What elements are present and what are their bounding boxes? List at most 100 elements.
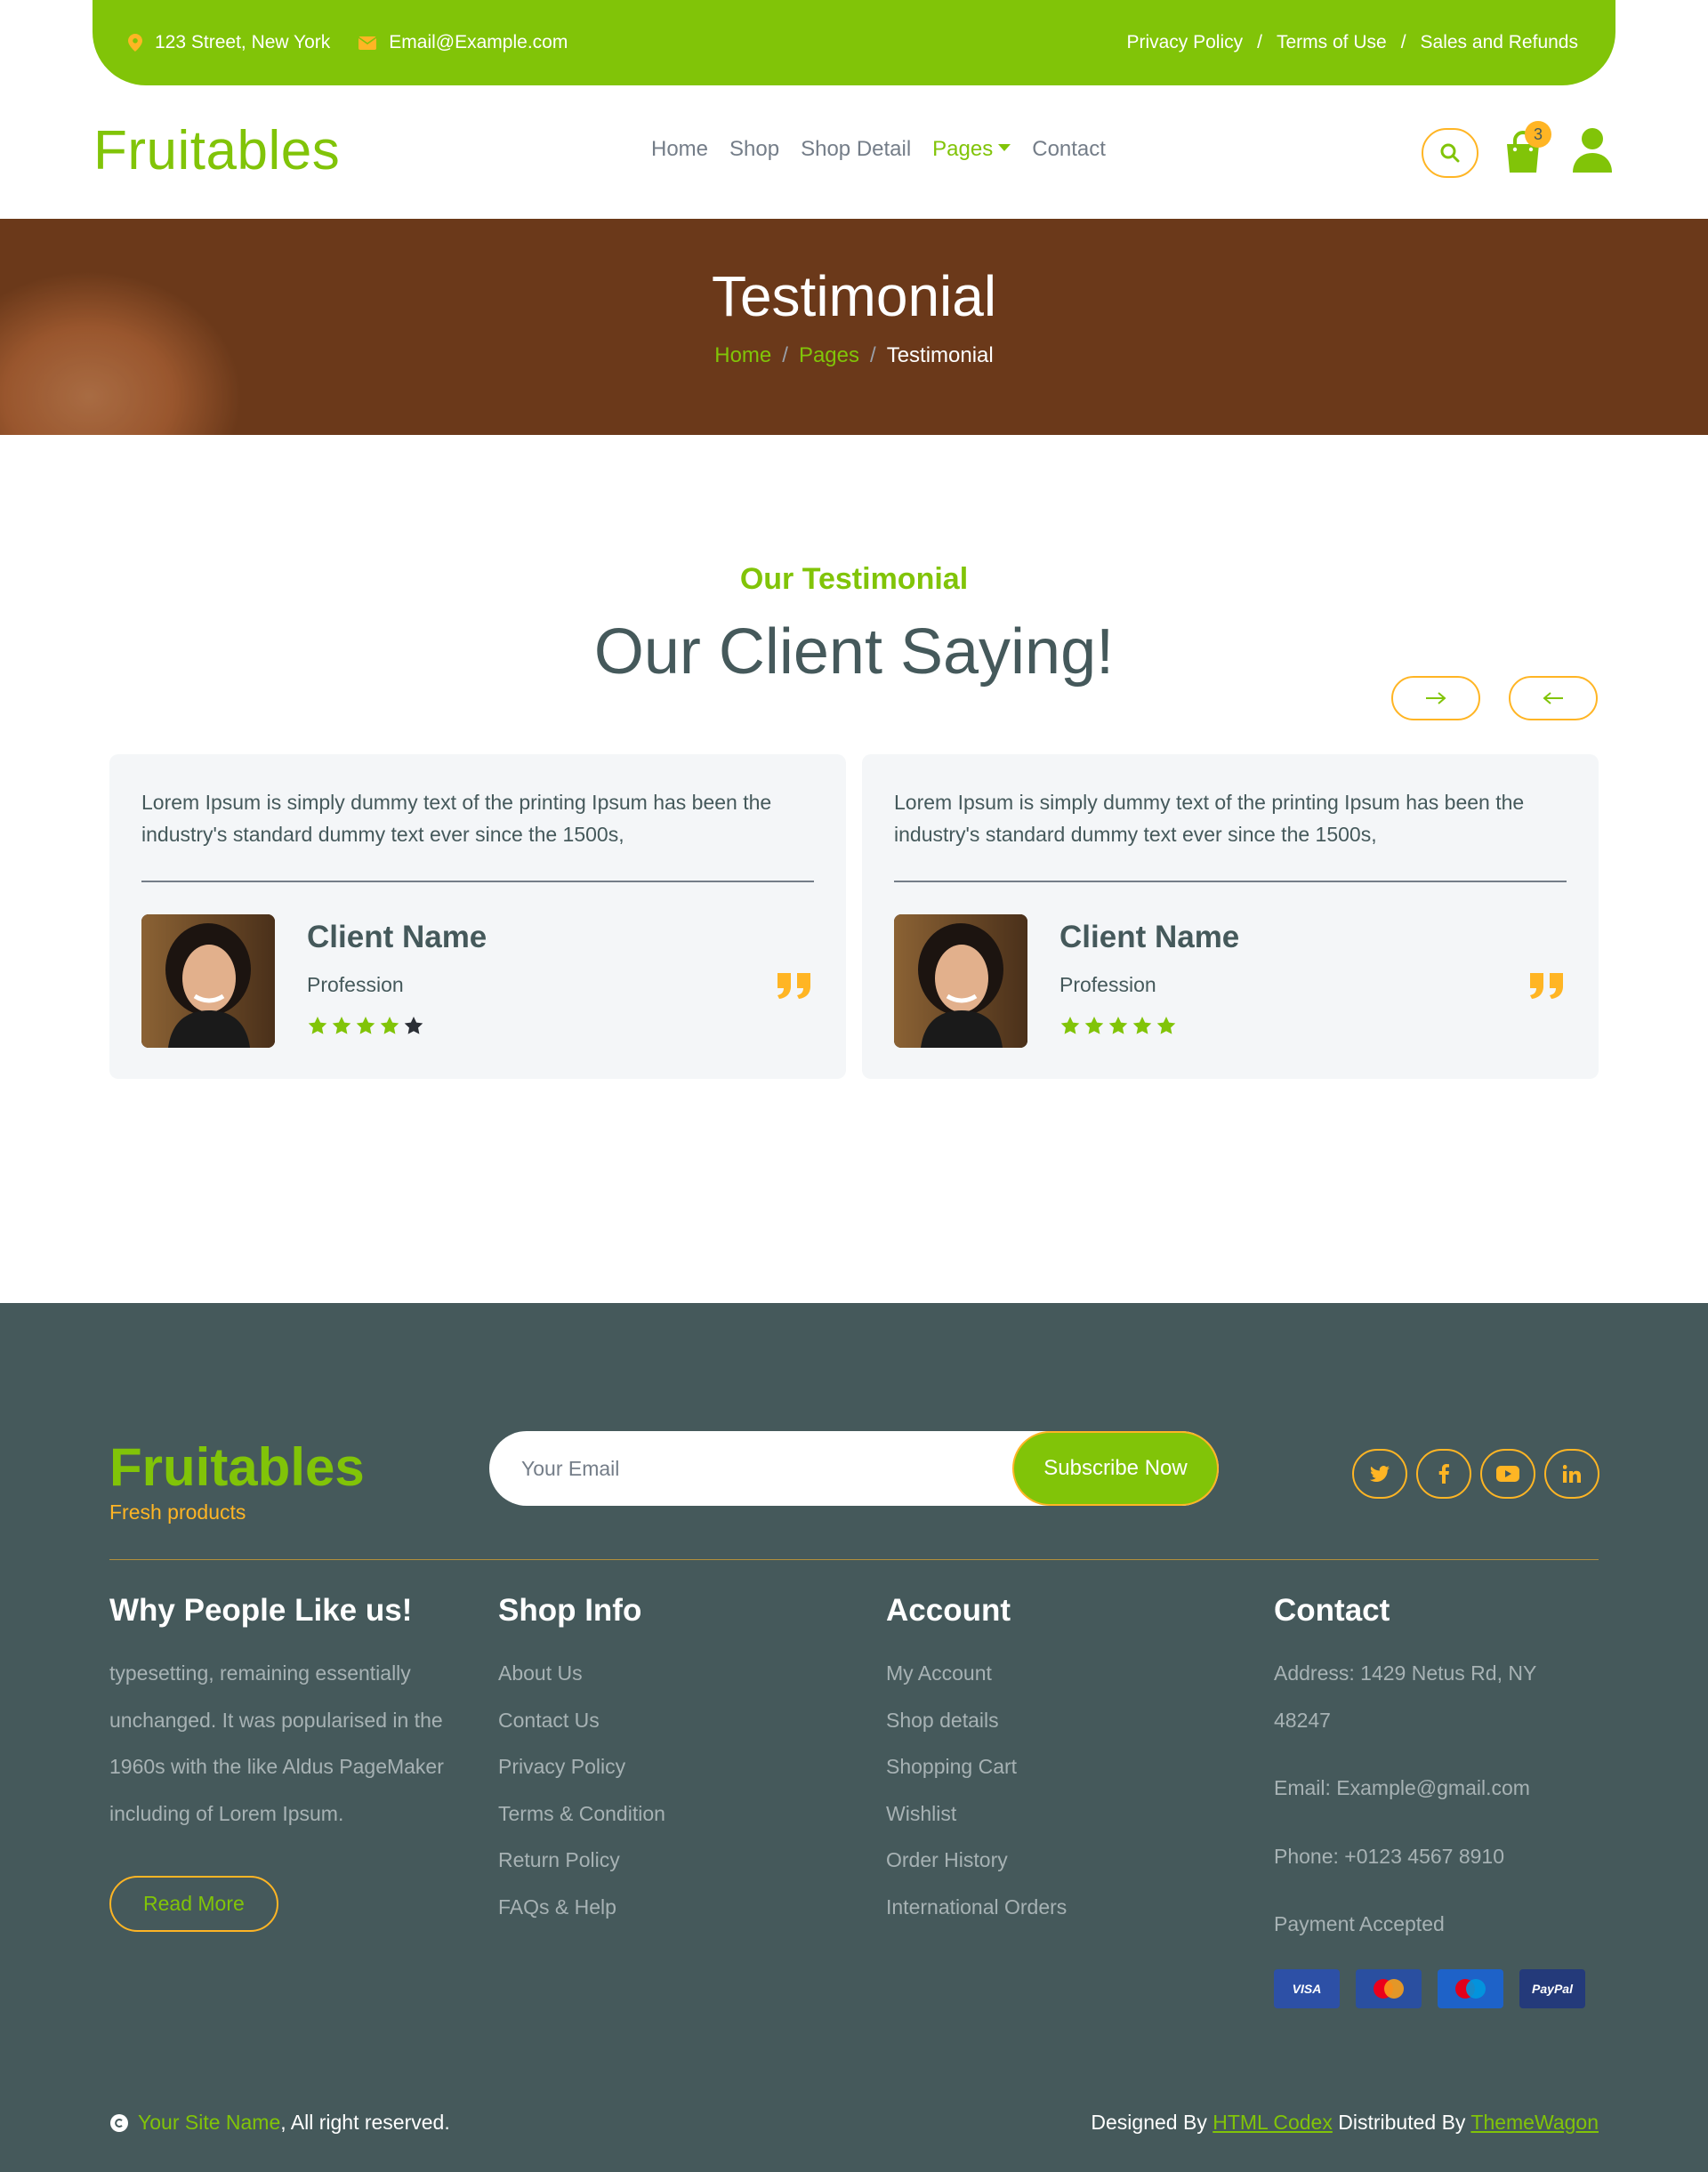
footer-col-account: Account My Account Shop details Shopping… [886, 1593, 1067, 1930]
youtube-icon [1496, 1466, 1519, 1482]
carousel-next-button[interactable] [1391, 676, 1480, 720]
mastercard-logo-icon [1374, 1978, 1404, 1999]
nav-shop[interactable]: Shop [729, 137, 779, 162]
sales-refunds-link[interactable]: Sales and Refunds [1421, 32, 1578, 53]
twitter-button[interactable] [1352, 1449, 1407, 1499]
client-avatar-image [894, 914, 1027, 1048]
mastercard-icon [1356, 1968, 1422, 2008]
envelope-icon [359, 36, 377, 50]
nav-pages-dropdown[interactable]: Pages [932, 137, 1011, 162]
testimonial-text: Lorem Ipsum is simply dummy text of the … [894, 791, 1525, 846]
user-icon [1573, 128, 1612, 173]
privacy-policy-link[interactable]: Privacy Policy [1126, 32, 1243, 53]
maestro-logo-icon [1455, 1978, 1486, 1999]
copyright: Your Site Name, All right reserved. [109, 2111, 450, 2135]
nav-shop-detail[interactable]: Shop Detail [801, 137, 911, 162]
contact-email: Email: Example@gmail.com [1274, 1776, 1530, 1799]
caret-down-icon [998, 143, 1011, 151]
footer-divider [109, 1559, 1599, 1560]
client-photo [894, 914, 1027, 1048]
divider [894, 881, 1567, 882]
topbar-separator: / [1257, 32, 1262, 52]
footer-brand[interactable]: Fruitables [109, 1436, 365, 1498]
footer-link-shop-details[interactable]: Shop details [886, 1697, 1067, 1744]
nav-contact[interactable]: Contact [1032, 137, 1106, 162]
twitter-icon [1370, 1466, 1390, 1482]
topbar-address: 123 Street, New York [128, 32, 330, 53]
star-icon [1060, 1017, 1080, 1034]
page-header-banner: Testimonial Home / Pages / Testimonial [0, 219, 1708, 435]
terms-of-use-link[interactable]: Terms of Use [1277, 32, 1387, 53]
site-name-link[interactable]: Your Site Name [138, 2111, 280, 2134]
footer-link-contact-us[interactable]: Contact Us [498, 1697, 665, 1744]
paypal-card-icon: PayPal [1519, 1968, 1585, 2008]
client-photo [141, 914, 275, 1048]
footer-why-text: typesetting, remaining essentially uncha… [109, 1661, 444, 1825]
footer-link-about-us[interactable]: About Us [498, 1650, 665, 1697]
newsletter-form: Subscribe Now [489, 1431, 1219, 1506]
linkedin-icon [1563, 1465, 1581, 1483]
footer-tagline: Fresh products [109, 1500, 246, 1524]
search-icon [1440, 143, 1460, 163]
rating-stars [307, 1016, 424, 1037]
cart-button[interactable]: 3 [1503, 121, 1551, 174]
quote-right-icon [777, 973, 810, 999]
search-button[interactable] [1422, 128, 1478, 178]
themewagon-link[interactable]: ThemeWagon [1470, 2111, 1599, 2134]
payment-accepted-label: Payment Accepted [1274, 1912, 1445, 1935]
subscribe-button[interactable]: Subscribe Now [1012, 1431, 1219, 1506]
linkedin-button[interactable] [1544, 1449, 1599, 1499]
footer-link-my-account[interactable]: My Account [886, 1650, 1067, 1697]
breadcrumb-pages[interactable]: Pages [799, 343, 859, 367]
main-menu: Home Shop Shop Detail Pages Contact [640, 137, 1116, 162]
footer-link-shopping-cart[interactable]: Shopping Cart [886, 1743, 1067, 1790]
footer-link-privacy-policy[interactable]: Privacy Policy [498, 1743, 665, 1790]
footer-link-international-orders[interactable]: International Orders [886, 1884, 1067, 1931]
footer-link-return-policy[interactable]: Return Policy [498, 1837, 665, 1884]
read-more-button[interactable]: Read More [109, 1876, 278, 1932]
star-icon [404, 1017, 423, 1034]
html-codex-link[interactable]: HTML Codex [1213, 2111, 1333, 2134]
user-account-button[interactable] [1573, 126, 1617, 176]
newsletter-email-input[interactable] [521, 1451, 966, 1486]
footer-link-wishlist[interactable]: Wishlist [886, 1790, 1067, 1838]
footer-contact-heading: Contact [1274, 1593, 1390, 1628]
footer-account-heading: Account [886, 1593, 1011, 1628]
section-subtitle: Our Testimonial [739, 562, 969, 596]
footer-why-heading: Why People Like us! [109, 1593, 413, 1628]
facebook-icon [1438, 1464, 1449, 1484]
footer-link-terms[interactable]: Terms & Condition [498, 1790, 665, 1838]
arrow-left-icon [1543, 692, 1563, 704]
topbar-links: Privacy Policy / Terms of Use / Sales an… [1126, 32, 1578, 53]
footer-link-order-history[interactable]: Order History [886, 1837, 1067, 1884]
client-profession: Profession [307, 973, 404, 996]
credits-prefix: Designed By [1091, 2111, 1213, 2134]
credits: Designed By HTML Codex Distributed By Th… [1091, 2111, 1599, 2135]
testimonial-text: Lorem Ipsum is simply dummy text of the … [141, 791, 772, 846]
quote-right-icon [1530, 973, 1563, 999]
payment-methods: VISA PayPal [1274, 1968, 1594, 2008]
client-avatar-image [141, 914, 275, 1048]
star-icon [332, 1017, 351, 1034]
footer: Fruitables Fresh products Subscribe Now … [0, 1303, 1708, 2172]
navbar: Fruitables Home Shop Shop Detail Pages C… [93, 85, 1615, 219]
topbar-email[interactable]: Email@Example.com [359, 32, 568, 53]
breadcrumb-home[interactable]: Home [714, 343, 771, 367]
footer-col-why: Why People Like us! typesetting, remaini… [109, 1593, 447, 1932]
facebook-button[interactable] [1416, 1449, 1471, 1499]
footer-shop-heading: Shop Info [498, 1593, 642, 1628]
topbar-contact: 123 Street, New York Email@Example.com [128, 32, 596, 53]
carousel-prev-button[interactable] [1509, 676, 1598, 720]
nav-pages-label: Pages [932, 137, 994, 161]
rating-stars [1059, 1016, 1177, 1037]
star-icon [1132, 1017, 1152, 1034]
copyright-icon [110, 2113, 128, 2132]
youtube-button[interactable] [1480, 1449, 1535, 1499]
footer-link-faqs[interactable]: FAQs & Help [498, 1884, 665, 1931]
brand-logo[interactable]: Fruitables [93, 119, 340, 182]
topbar-email-text[interactable]: Email@Example.com [389, 32, 568, 53]
map-marker-icon [128, 34, 142, 52]
client-name: Client Name [1059, 920, 1240, 954]
contact-address: Address: 1429 Netus Rd, NY 48247 [1274, 1661, 1536, 1732]
nav-home[interactable]: Home [651, 137, 708, 162]
